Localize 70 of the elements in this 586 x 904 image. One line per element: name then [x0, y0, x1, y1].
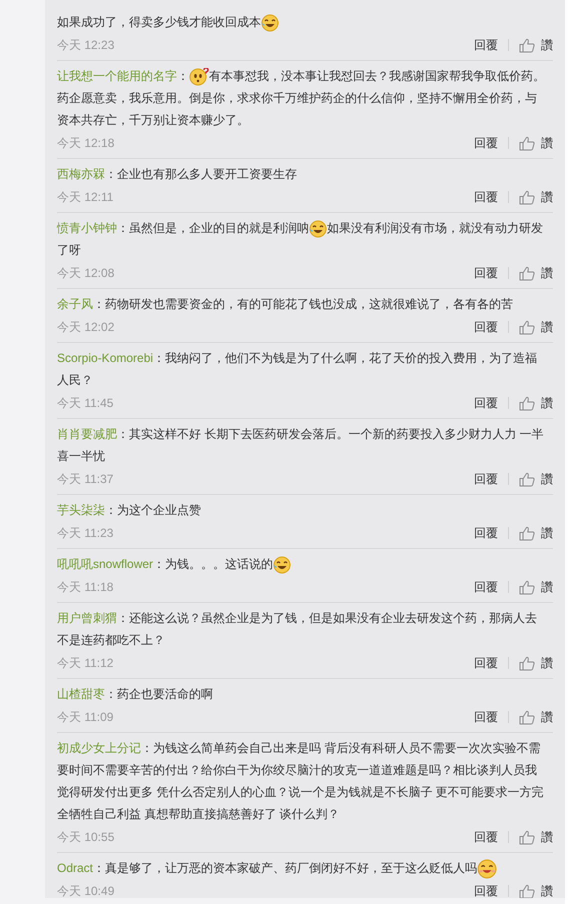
- reply-button[interactable]: 回覆: [474, 578, 498, 596]
- comment-text: Scorpio-Komorebi：我纳闷了，他们不为钱是为了什么啊，花了天价的投入费用，为了造福人民？: [57, 350, 538, 389]
- comment-text: 如果成功了，得卖多少钱才能收回成本: [57, 11, 553, 33]
- laughing-tears-emoji-icon: [273, 556, 292, 574]
- like-button[interactable]: 讚: [541, 318, 553, 336]
- thumbs-up-icon[interactable]: [519, 884, 535, 898]
- comment-text: 吼吼吼snowflower：为钱。。。这话说的: [57, 553, 553, 575]
- laughing-tears-emoji-icon: [261, 14, 279, 32]
- comment-text: 西梅亦槑：企业也有那么多人要开工资要生存: [57, 166, 298, 183]
- reply-button[interactable]: 回覆: [474, 524, 498, 542]
- reply-button[interactable]: 回覆: [474, 828, 498, 846]
- thumbs-up-icon[interactable]: [519, 580, 535, 594]
- comment-time: 今天 12:11: [57, 189, 114, 206]
- reply-button[interactable]: 回覆: [474, 394, 498, 412]
- like-button[interactable]: 讚: [541, 36, 553, 54]
- comment-text: 山楂甜枣：药企也要活命的啊: [57, 686, 214, 703]
- comment-time: 今天 10:55: [57, 829, 114, 846]
- comment-text: 肖肖要减肥：其实这样不好 长期下去医药研发会落后。一个新的药要投入多少财力人力 一半喜一半忧: [57, 426, 545, 465]
- thumbs-up-icon[interactable]: [519, 266, 535, 280]
- comment-time: 今天 11:18: [57, 579, 114, 596]
- thumbs-up-icon[interactable]: [519, 136, 535, 150]
- comment-time: 今天 12:08: [57, 265, 114, 282]
- thumbs-up-icon[interactable]: [519, 830, 535, 844]
- thumbs-up-icon[interactable]: [519, 526, 535, 540]
- reply-button[interactable]: 回覆: [474, 36, 498, 54]
- comment-text: 愤青小钟钟：虽然但是，企业的目的就是利润呐 如果没有利润没有市场，就没有动力研发了呀: [57, 218, 544, 259]
- reply-button[interactable]: 回覆: [474, 134, 498, 152]
- thumbs-up-icon[interactable]: [519, 710, 535, 724]
- comment-time: 今天 12:18: [57, 135, 114, 152]
- grinning-emoji-icon: [477, 858, 498, 879]
- reply-button[interactable]: 回覆: [474, 654, 498, 672]
- like-button[interactable]: 讚: [541, 708, 553, 726]
- comment-text: 芋头柒柒：为这个企业点赞: [57, 502, 202, 519]
- comment-text: Odract：真是够了，让万恶的资本家破产、药厂倒闭好不好，至于这么贬低人吗: [57, 857, 553, 879]
- thumbs-up-icon[interactable]: [519, 656, 535, 670]
- comment-text: 余子风：药物研发也需要资金的，有的可能花了钱也没成，这就很难说了，各有各的苦: [57, 296, 514, 313]
- comment-time: 今天 12:02: [57, 319, 114, 336]
- laughing-tears-emoji-icon: [309, 220, 327, 238]
- thumbs-up-icon[interactable]: [519, 190, 535, 204]
- comment-time: 今天 12:23: [57, 37, 114, 54]
- like-button[interactable]: 讚: [541, 188, 553, 206]
- like-button[interactable]: 讚: [541, 882, 553, 898]
- thumbs-up-icon[interactable]: [519, 472, 535, 486]
- comment-time: 今天 11:37: [57, 471, 114, 488]
- like-button[interactable]: 讚: [541, 578, 553, 596]
- comment-time: 今天 11:09: [57, 709, 114, 726]
- puzzled-emoji-icon: [189, 68, 209, 86]
- reply-button[interactable]: 回覆: [474, 318, 498, 336]
- comment-time: 今天 10:49: [57, 883, 114, 898]
- reply-button[interactable]: 回覆: [474, 708, 498, 726]
- reply-button[interactable]: 回覆: [474, 882, 498, 898]
- thumbs-up-icon[interactable]: [519, 320, 535, 334]
- comment-time: 今天 11:23: [57, 525, 114, 542]
- reply-button[interactable]: 回覆: [474, 470, 498, 488]
- like-button[interactable]: 讚: [541, 524, 553, 542]
- comment-time: 今天 11:12: [57, 655, 114, 672]
- like-button[interactable]: 讚: [541, 134, 553, 152]
- like-button[interactable]: 讚: [541, 654, 553, 672]
- thumbs-up-icon[interactable]: [519, 38, 535, 52]
- like-button[interactable]: 讚: [541, 828, 553, 846]
- comment-time: 今天 11:45: [57, 395, 114, 412]
- comment-text: 用户曾刺猬：还能这么说？虽然企业是为了钱，但是如果没有企业去研发这个药，那病人去不是连药都吃不上？: [57, 610, 538, 649]
- like-button[interactable]: 讚: [541, 470, 553, 488]
- like-button[interactable]: 讚: [541, 394, 553, 412]
- reply-button[interactable]: 回覆: [474, 264, 498, 282]
- comment-text: 让我想一个能用的名字： 有本事怼我，没本事让我怼回去？我感谢国家帮我争取低价药。药企愿意卖，我乐意用。倒是你，求求你千万维护药企的什么信仰，坚持不懈用全价药，与资本共存亡，千万别让资本赚少了。: [57, 66, 546, 129]
- like-button[interactable]: 讚: [541, 264, 553, 282]
- comment-text: 初成少女上分记：为钱这么简单药会自己出来是吗 背后没有科研人员不需要一次次实验不需要时间不需要辛苦的付出？给你白干为你绞尽脑汁的攻克一道道难题是吗？相比谈判人员我觉得研发付出更多 凭什么否定别人的心血？说一个是为钱就是不长脑子 更不可能要求一方完全牺牲自己利益 真想帮助直接搞慈善好了 谈什么判？: [57, 740, 545, 823]
- thumbs-up-icon[interactable]: [519, 396, 535, 410]
- reply-button[interactable]: 回覆: [474, 188, 498, 206]
